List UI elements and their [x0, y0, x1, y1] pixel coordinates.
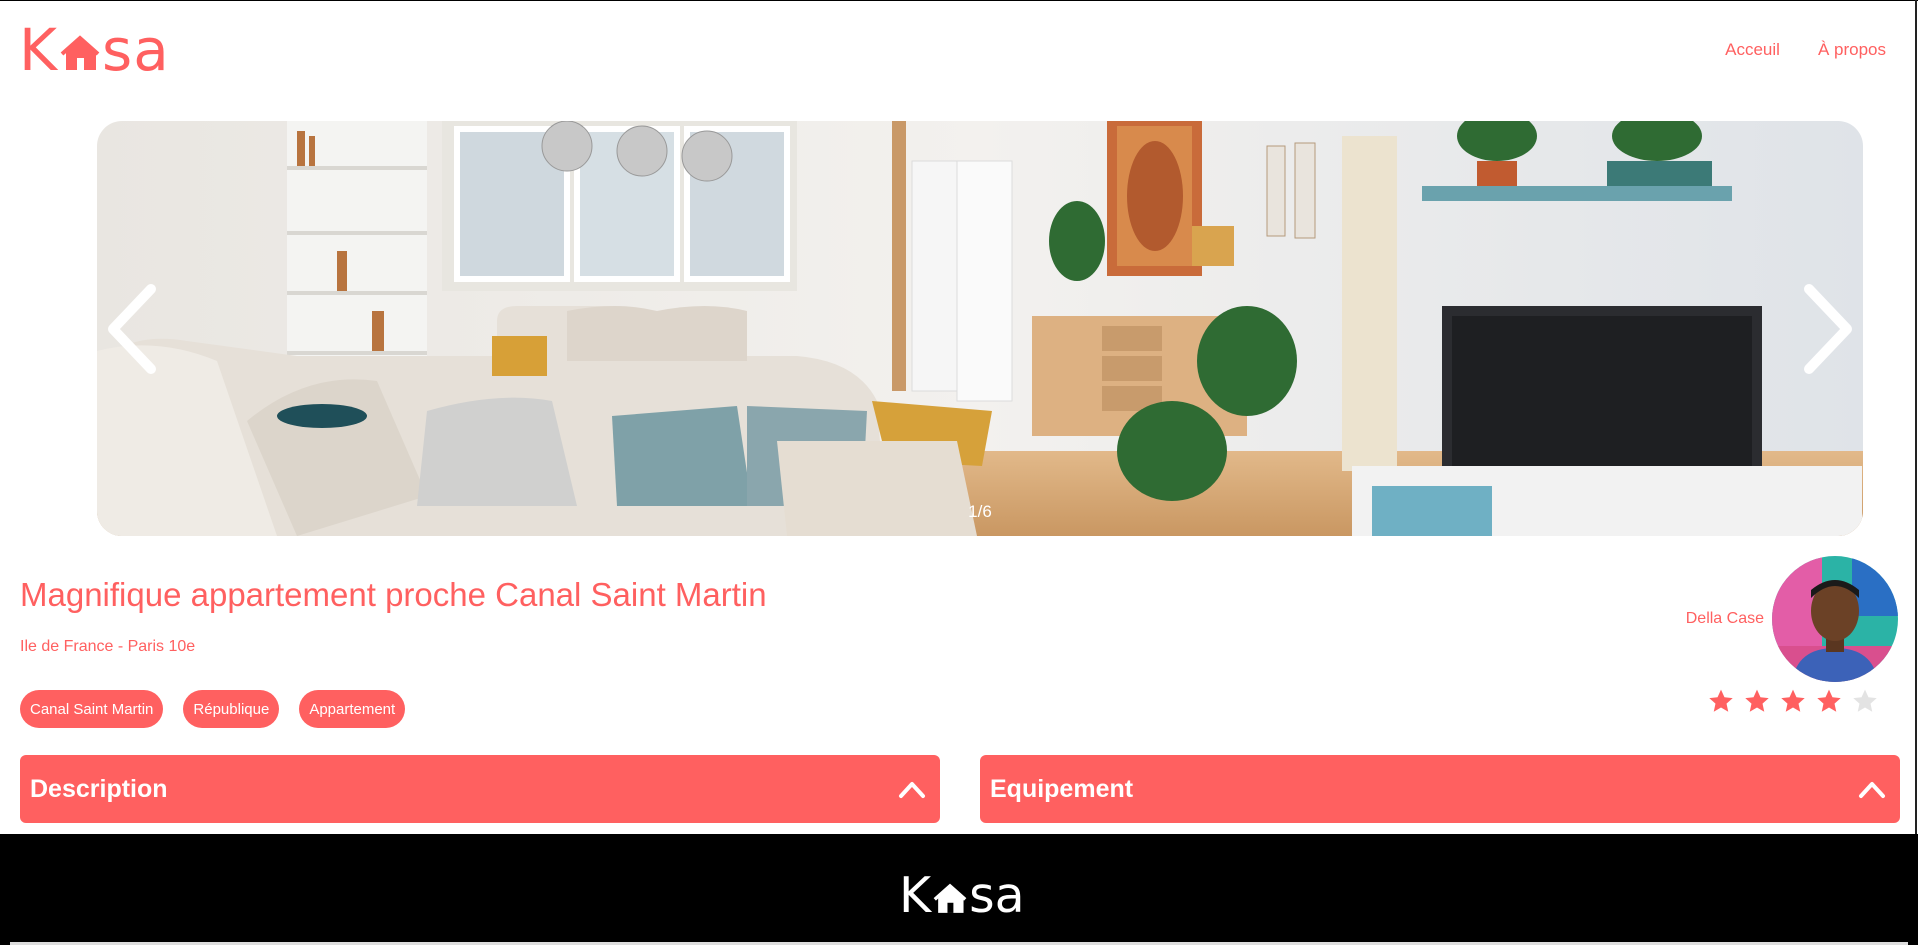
listing-title: Magnifique appartement proche Canal Sain… — [20, 576, 767, 613]
description-collapse[interactable]: Description — [20, 755, 940, 823]
star-filled-icon — [1709, 689, 1733, 712]
chevron-left-icon — [108, 284, 156, 374]
description-label: Description — [30, 774, 168, 803]
tag: Appartement — [299, 690, 406, 728]
nav-link-about[interactable]: À propos — [1818, 40, 1886, 60]
kasa-logo[interactable]: K sa — [19, 16, 170, 84]
logo-letter-k: K — [19, 16, 59, 84]
window-top-border — [0, 0, 1918, 1]
chevron-up-icon[interactable] — [898, 779, 926, 799]
star-filled-icon — [1745, 689, 1769, 712]
previous-photo-button[interactable] — [103, 281, 163, 377]
listing-location: Ile de France - Paris 10e — [20, 638, 196, 655]
rating-stars — [1708, 688, 1878, 714]
apartment-photo — [97, 121, 1863, 536]
nav-link-home[interactable]: Acceuil — [1725, 40, 1780, 60]
chevron-right-icon — [1804, 284, 1852, 374]
star-empty-icon — [1853, 689, 1877, 712]
tag-list: Canal Saint Martin République Appartemen… — [20, 690, 406, 728]
next-photo-button[interactable] — [1797, 281, 1857, 377]
avatar — [1772, 556, 1898, 682]
main-nav: Acceuil À propos — [1725, 40, 1886, 60]
footer-logo: K sa — [899, 867, 1025, 924]
footer: K sa — [0, 834, 1918, 945]
star-filled-icon — [1781, 689, 1805, 712]
footer-logo-letters-sa: sa — [969, 867, 1025, 924]
tag: République — [183, 690, 280, 728]
house-icon — [933, 874, 967, 918]
chevron-up-icon[interactable] — [1858, 779, 1886, 799]
logo-letters-sa: sa — [102, 16, 170, 84]
footer-logo-letter-k: K — [899, 867, 932, 924]
host-name: Della Case — [1685, 610, 1764, 627]
equipment-label: Equipement — [990, 774, 1134, 803]
scrollbar-track[interactable] — [1915, 0, 1917, 840]
host-info: Della Case — [1686, 556, 1898, 682]
star-filled-icon — [1817, 689, 1841, 712]
photo-counter: 1/6 — [968, 502, 992, 521]
photo-carousel: 1/6 — [97, 121, 1863, 536]
tag: Canal Saint Martin — [20, 690, 164, 728]
house-icon — [60, 24, 100, 76]
equipment-collapse[interactable]: Equipement — [980, 755, 1900, 823]
